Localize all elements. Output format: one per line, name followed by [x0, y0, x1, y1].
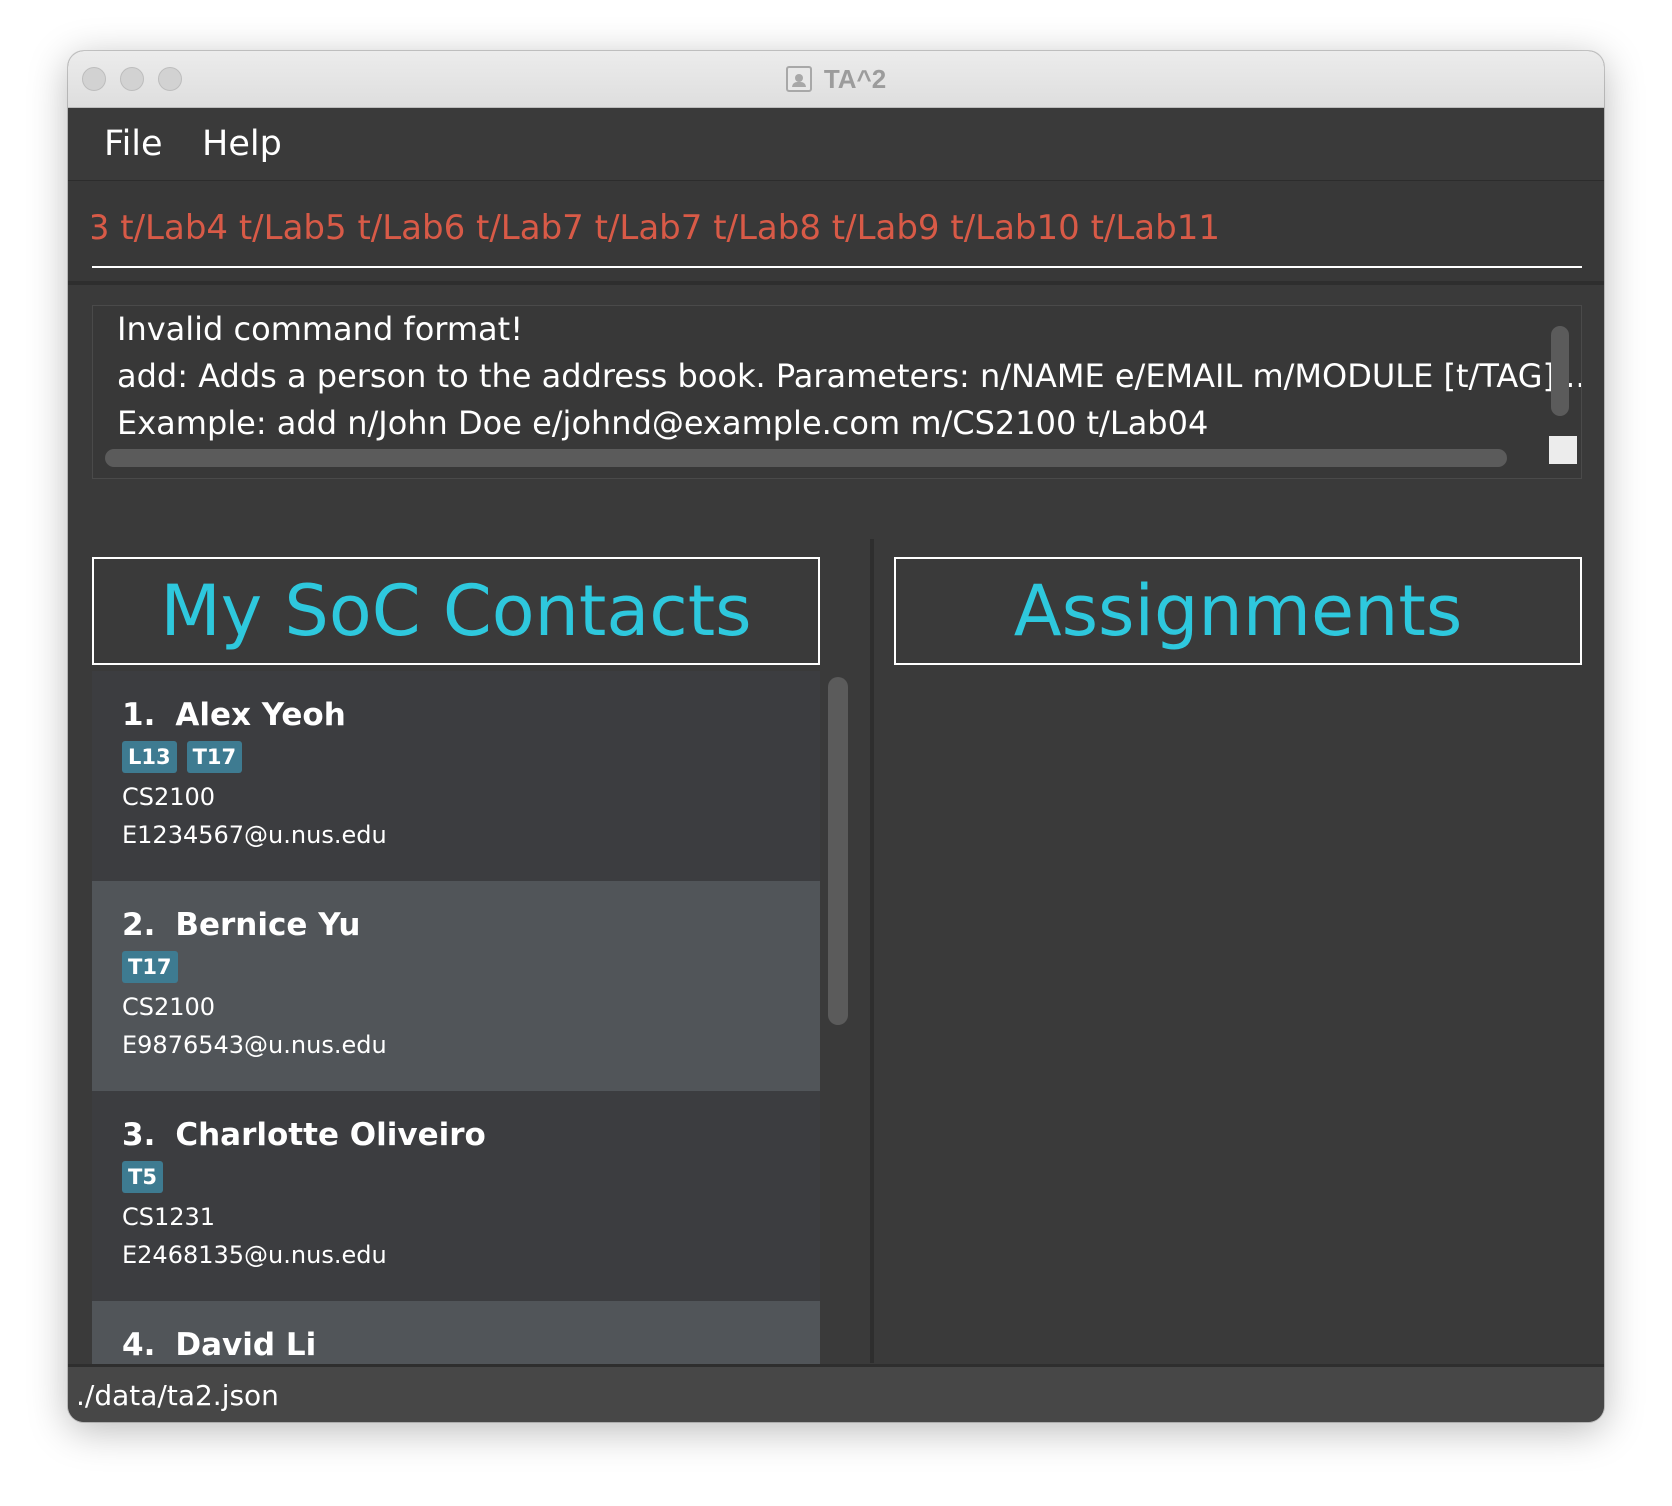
tag-list: L13 T17: [122, 741, 790, 777]
contact-module: CS2100: [122, 783, 216, 811]
contact-name-row: 3. Charlotte Oliveiro: [122, 1117, 790, 1155]
contact-index: 3.: [122, 1117, 156, 1153]
contact-email: E1234567@u.nus.edu: [122, 821, 387, 849]
app-window: TA^2 File Help /Lab3 t/Lab4 t/Lab5 t/Lab…: [68, 51, 1604, 1422]
contact-name: Charlotte Oliveiro: [175, 1117, 486, 1153]
save-location: ./data/ta2.json: [76, 1379, 279, 1412]
window-title: TA^2: [823, 63, 887, 94]
result-vertical-scrollbar[interactable]: [1551, 326, 1569, 416]
contact-name: David Li: [175, 1327, 317, 1363]
tag-badge: T17: [122, 951, 178, 983]
assignments-panel-title: Assignments: [894, 557, 1582, 665]
contact-name-row: 4. David Li: [122, 1327, 790, 1365]
contact-name: Alex Yeoh: [175, 697, 346, 733]
tag-list: T17: [122, 951, 790, 987]
contact-email: E9876543@u.nus.edu: [122, 1031, 387, 1059]
tag-badge: T17: [186, 741, 243, 773]
contact-module: CS1231: [122, 1203, 216, 1231]
result-display: Invalid command format! add: Adds a pers…: [68, 281, 1604, 543]
contacts-panel-title: My SoC Contacts: [92, 557, 820, 665]
contact-name-row: 2. Bernice Yu: [122, 907, 790, 945]
contacts-scrollbar[interactable]: [828, 677, 848, 1025]
contact-email: E2468135@u.nus.edu: [122, 1241, 387, 1269]
contact-index: 1.: [122, 697, 156, 733]
status-bar: ./data/ta2.json: [68, 1364, 1604, 1422]
contact-index: 4.: [122, 1327, 156, 1363]
contacts-list[interactable]: 1. Alex Yeoh L13 T17 CS2100 E1234567@u.nus…: [92, 671, 820, 1387]
tag-badge: L13: [122, 741, 177, 773]
contact-card[interactable]: 1. Alex Yeoh L13 T17 CS2100 E1234567@u.nus…: [92, 671, 820, 881]
tag-badge: T5: [122, 1161, 163, 1193]
scroll-corner: [1549, 436, 1577, 464]
title-bar: TA^2: [68, 51, 1604, 108]
panel-divider: [870, 539, 874, 1363]
menu-help[interactable]: Help: [202, 124, 282, 164]
command-input[interactable]: /Lab3 t/Lab4 t/Lab5 t/Lab6 t/Lab7 t/Lab7…: [92, 181, 1582, 268]
command-text: /Lab3 t/Lab4 t/Lab5 t/Lab6 t/Lab7 t/Lab7…: [92, 208, 1220, 248]
tag-list: T5: [122, 1161, 790, 1197]
contact-index: 2.: [122, 907, 156, 943]
contact-card[interactable]: 3. Charlotte Oliveiro T5 CS1231 E2468135@…: [92, 1091, 820, 1301]
result-line-2: add: Adds a person to the address book. …: [117, 357, 1582, 395]
app-icon: [785, 66, 812, 92]
assignments-list[interactable]: [894, 671, 1582, 1351]
contact-card[interactable]: 2. Bernice Yu T17 CS2100 E9876543@u.nus.e…: [92, 881, 820, 1091]
result-text-area[interactable]: Invalid command format! add: Adds a pers…: [92, 305, 1582, 479]
result-horizontal-scrollbar[interactable]: [105, 449, 1507, 467]
contact-module: CS2100: [122, 993, 216, 1021]
main-content: My SoC Contacts 1. Alex Yeoh L13 T17 CS210…: [68, 539, 1604, 1387]
contact-name: Bernice Yu: [175, 907, 361, 943]
result-line-1: Invalid command format!: [117, 310, 524, 348]
result-line-3: Example: add n/John Doe e/johnd@example.…: [117, 404, 1209, 442]
menu-file[interactable]: File: [104, 124, 163, 164]
menu-bar: File Help: [68, 108, 1604, 181]
window-title-group: TA^2: [68, 51, 1604, 107]
command-box: /Lab3 t/Lab4 t/Lab5 t/Lab6 t/Lab7 t/Lab7…: [68, 181, 1604, 281]
contact-name-row: 1. Alex Yeoh: [122, 697, 790, 735]
